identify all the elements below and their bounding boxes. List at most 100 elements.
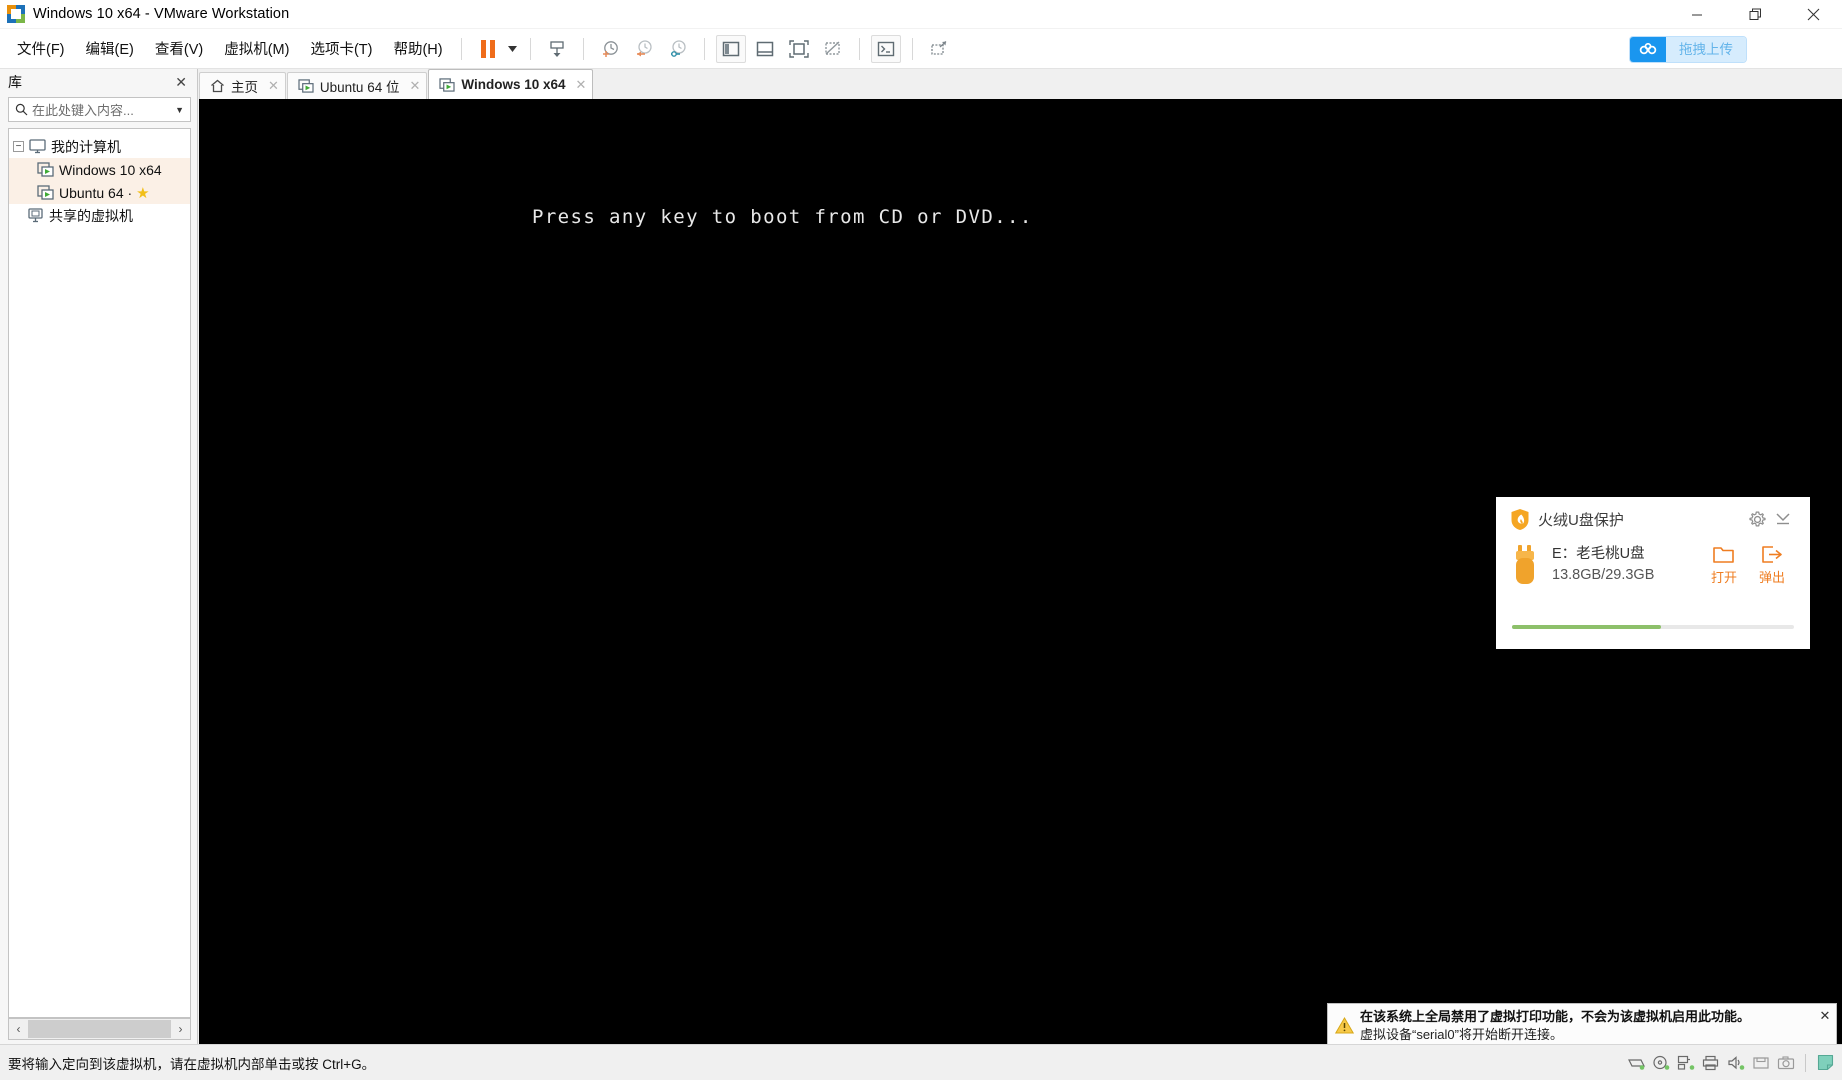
printer-icon[interactable] xyxy=(1700,1053,1722,1073)
toolbar-divider xyxy=(703,37,705,60)
folder-open-icon xyxy=(1713,547,1734,563)
menu-edit[interactable]: 编辑(E) xyxy=(77,34,143,63)
eject-drive-label: 弹出 xyxy=(1758,570,1785,585)
gear-icon[interactable] xyxy=(1744,506,1770,532)
clock-plus-icon xyxy=(602,40,618,57)
vm-icon xyxy=(37,185,54,200)
tree-item-my-computer[interactable]: − 我的计算机 xyxy=(9,135,190,158)
open-drive-button[interactable]: 打开 xyxy=(1700,544,1748,586)
power-dropdown-button[interactable] xyxy=(505,35,521,63)
tree-item-shared-vms[interactable]: 共享的虚拟机 xyxy=(9,204,190,227)
scroll-right-button[interactable]: › xyxy=(172,1020,189,1038)
bottom-panel-icon xyxy=(756,41,773,56)
toolbar-divider xyxy=(529,37,531,60)
warning-triangle-icon xyxy=(1328,1017,1360,1034)
restore-button[interactable] xyxy=(1726,0,1784,29)
library-search-box[interactable]: 在此处键入内容... ▼ xyxy=(8,97,191,122)
usb-usage-bar xyxy=(1512,625,1794,629)
menu-file[interactable]: 文件(F) xyxy=(8,34,74,63)
home-icon xyxy=(210,79,225,93)
scroll-left-button[interactable]: ‹ xyxy=(10,1020,27,1038)
shield-flame-icon xyxy=(1511,508,1529,530)
menu-view[interactable]: 查看(V) xyxy=(146,34,212,63)
clock-revert-icon xyxy=(636,39,652,56)
library-tree: − 我的计算机 Windows 10 x64 Ubuntu 64 · ★ 共享的… xyxy=(8,128,191,1018)
tab-close-button[interactable]: ✕ xyxy=(576,77,587,93)
device-status-icons xyxy=(1625,1053,1836,1073)
camera-icon[interactable] xyxy=(1775,1053,1797,1073)
search-input[interactable]: 在此处键入内容... xyxy=(29,100,175,119)
status-message: 要将输入定向到该虚拟机，请在虚拟机内部单击或按 Ctrl+G。 xyxy=(8,1056,376,1072)
collapse-expander-icon[interactable]: − xyxy=(13,141,24,152)
library-horizontal-scrollbar[interactable]: ‹ › xyxy=(8,1018,191,1040)
tab-close-button[interactable]: ✕ xyxy=(268,78,279,94)
sound-card-icon[interactable] xyxy=(1725,1053,1747,1073)
close-button[interactable] xyxy=(1784,0,1842,29)
cd-dvd-icon[interactable] xyxy=(1650,1053,1672,1073)
revert-snapshot-button[interactable] xyxy=(629,35,659,63)
toolbar-divider xyxy=(911,37,913,60)
console-button[interactable] xyxy=(870,34,901,63)
snapshot-manager-button[interactable] xyxy=(542,35,572,63)
boot-message: Press any key to boot from CD or DVD... xyxy=(532,206,1033,228)
open-drive-label: 打开 xyxy=(1710,570,1737,585)
tree-item-label: 共享的虚拟机 xyxy=(49,207,133,224)
toolbar-divider xyxy=(460,37,462,60)
shared-vm-icon xyxy=(28,208,43,223)
tab-label: 主页 xyxy=(231,80,258,95)
notes-icon[interactable] xyxy=(1814,1053,1836,1073)
full-screen-button[interactable] xyxy=(784,35,814,63)
search-icon xyxy=(13,103,29,116)
scrollbar-thumb[interactable] xyxy=(28,1020,171,1038)
toast-close-button[interactable]: ✕ xyxy=(1814,1004,1836,1024)
vm-icon xyxy=(439,77,455,92)
tab-home[interactable]: 主页 ✕ xyxy=(199,72,286,99)
favorite-star-icon: ★ xyxy=(136,184,150,202)
vmware-logo-icon xyxy=(7,5,25,23)
upload-widget: 拖拽上传 xyxy=(1630,37,1746,62)
usb-drive-capacity: 13.8GB/29.3GB xyxy=(1552,567,1655,583)
library-title: 库 xyxy=(8,74,22,90)
vm-icon xyxy=(37,162,54,177)
show-library-button[interactable] xyxy=(715,34,746,63)
tab-ubuntu-64[interactable]: Ubuntu 64 位 ✕ xyxy=(286,72,428,99)
minimize-button[interactable] xyxy=(1668,0,1726,29)
clock-manage-icon xyxy=(670,39,686,57)
tree-item-windows-10-x64[interactable]: Windows 10 x64 xyxy=(9,158,190,181)
take-snapshot-button[interactable] xyxy=(595,35,625,63)
unity-mode-button[interactable] xyxy=(818,35,848,63)
tree-item-label: Ubuntu 64 · xyxy=(59,184,133,201)
chevron-down-icon xyxy=(508,45,518,52)
usb-drive-row: E：老毛桃U盘 13.8GB/29.3GB 打开 弹出 xyxy=(1496,541,1810,587)
menu-tabs[interactable]: 选项卡(T) xyxy=(301,34,381,63)
stretch-guest-button[interactable] xyxy=(924,35,954,63)
status-divider xyxy=(1805,1053,1806,1072)
drag-upload-button[interactable]: 拖拽上传 xyxy=(1630,37,1746,62)
eject-drive-button[interactable]: 弹出 xyxy=(1748,544,1796,586)
pause-vm-button[interactable] xyxy=(473,35,503,63)
tree-item-ubuntu-64[interactable]: Ubuntu 64 · ★ xyxy=(9,181,190,204)
menu-vm[interactable]: 虚拟机(M) xyxy=(215,34,298,63)
tab-windows-10-x64[interactable]: Windows 10 x64 ✕ xyxy=(428,69,594,99)
collapse-popup-button[interactable] xyxy=(1770,506,1796,532)
chevron-down-icon[interactable]: ▼ xyxy=(175,105,186,115)
menu-help[interactable]: 帮助(H) xyxy=(384,34,451,63)
tab-close-button[interactable]: ✕ xyxy=(409,78,420,94)
show-thumbnail-bar-button[interactable] xyxy=(750,35,780,63)
manage-snapshots-button[interactable] xyxy=(663,35,693,63)
menu-toolbar: 文件(F) 编辑(E) 查看(V) 虚拟机(M) 选项卡(T) 帮助(H) 拖拽… xyxy=(0,29,1842,69)
hard-disk-icon[interactable] xyxy=(1625,1053,1647,1073)
toast-message: 在该系统上全局禁用了虚拟打印功能，不会为该虚拟机启用此功能。 虚拟设备“seri… xyxy=(1360,1008,1814,1044)
floppy-icon[interactable] xyxy=(1750,1053,1772,1073)
tab-label: Windows 10 x64 xyxy=(461,77,566,92)
library-close-button[interactable]: ✕ xyxy=(171,74,191,91)
sidebar-panel-icon xyxy=(722,41,739,56)
library-sidebar: 库 ✕ 在此处键入内容... ▼ − 我的计算机 Windows 10 x64 … xyxy=(0,69,198,1044)
usb-stick-icon xyxy=(1516,545,1534,584)
tree-item-label: Windows 10 x64 xyxy=(59,161,162,178)
console-icon xyxy=(877,41,894,56)
pause-icon xyxy=(480,39,495,58)
library-header: 库 ✕ xyxy=(0,69,197,95)
status-bar: 要将输入定向到该虚拟机，请在虚拟机内部单击或按 Ctrl+G。 xyxy=(0,1044,1842,1080)
network-adapter-icon[interactable] xyxy=(1675,1053,1697,1073)
